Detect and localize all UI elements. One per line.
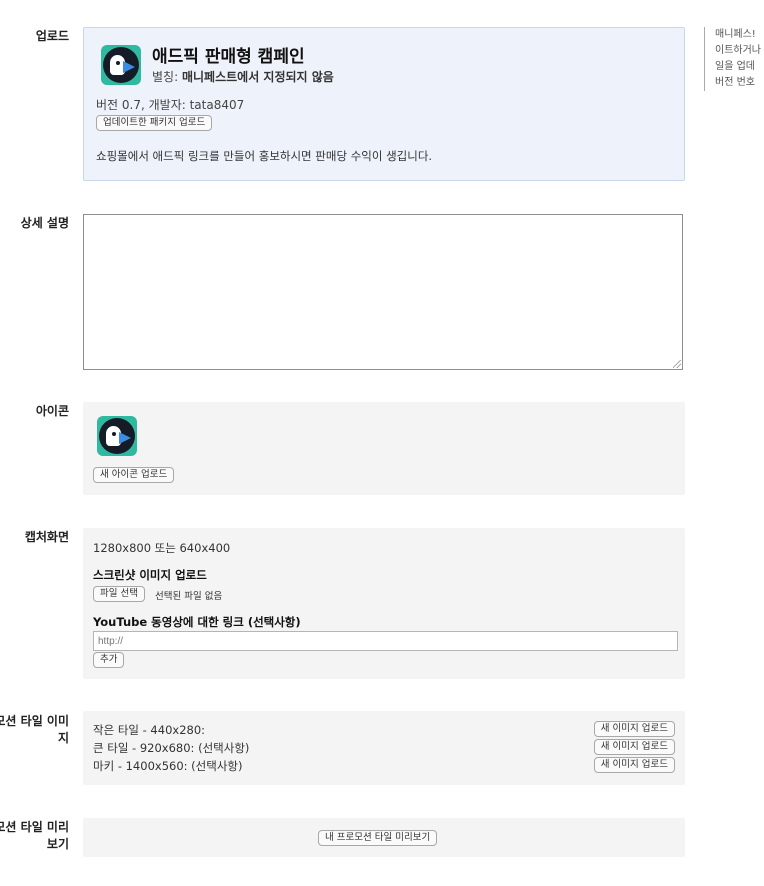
resize-handle-icon[interactable] bbox=[673, 360, 681, 368]
upload-label: 업로드 bbox=[35, 29, 69, 43]
version-info: 버전 0.7, 개발자: tata8407 bbox=[96, 98, 245, 112]
app-title: 애드픽 판매형 캠페인 bbox=[152, 47, 305, 67]
preview-promo-tiles-button[interactable]: 내 프로모션 타일 미리보기 bbox=[318, 830, 438, 846]
upload-marquee-button[interactable]: 새 이미지 업로드 bbox=[593, 757, 675, 773]
penguin-logo-icon bbox=[101, 45, 141, 85]
detail-label: 상세 설명 bbox=[20, 216, 69, 230]
side-note: 매니페스! 이트하거나 일을 업데 버전 번호 bbox=[704, 27, 764, 91]
upload-update-package-button[interactable]: 업데이트한 패키지 업로드 bbox=[96, 115, 213, 131]
app-alias: 별칭: 매니페스트에서 지정되지 않음 bbox=[152, 70, 334, 84]
screenshot-sizes: 1280x800 또는 640x400 bbox=[93, 541, 231, 555]
app-description: 쇼핑몰에서 애드픽 링크를 만들어 홍보하시면 판매당 수익이 생깁니다. bbox=[96, 149, 433, 163]
upload-panel: 애드픽 판매형 캠페인 별칭: 매니페스트에서 지정되지 않음 버전 0.7, … bbox=[83, 27, 685, 181]
promo-preview-label: 모션 타일 미리 보기 bbox=[0, 820, 69, 851]
no-file-selected: 선택된 파일 없음 bbox=[155, 591, 223, 602]
promo-tiles-panel: 작은 타일 - 440x280: 새 이미지 업로드 큰 타일 - 920x68… bbox=[83, 711, 685, 785]
small-tile-text: 작은 타일 - 440x280: bbox=[93, 723, 206, 737]
promo-preview-panel: 내 프로모션 타일 미리보기 bbox=[83, 818, 685, 857]
promo-tiles-label: 모션 타일 이미 지 bbox=[0, 714, 69, 745]
add-button[interactable]: 추가 bbox=[93, 652, 125, 668]
penguin-logo-icon bbox=[97, 416, 137, 456]
choose-file-button[interactable]: 파일 선택 bbox=[93, 586, 145, 602]
youtube-heading: YouTube 동영상에 대한 링크 (선택사항) bbox=[93, 615, 301, 629]
screenshots-panel: 1280x800 또는 640x400 스크린샷 이미지 업로드 파일 선택 선… bbox=[83, 528, 685, 679]
youtube-url-input[interactable] bbox=[93, 631, 678, 651]
icon-panel: 새 아이콘 업로드 bbox=[83, 402, 685, 495]
icon-label: 아이콘 bbox=[35, 404, 69, 418]
screenshots-label: 캡처화면 bbox=[24, 530, 69, 544]
upload-small-tile-button[interactable]: 새 이미지 업로드 bbox=[593, 721, 675, 737]
upload-large-tile-button[interactable]: 새 이미지 업로드 bbox=[593, 739, 675, 755]
detail-textarea[interactable] bbox=[83, 214, 683, 370]
marquee-text: 마키 - 1400x560: (선택사항) bbox=[93, 759, 243, 773]
upload-new-icon-button[interactable]: 새 아이콘 업로드 bbox=[93, 467, 175, 483]
large-tile-text: 큰 타일 - 920x680: (선택사항) bbox=[93, 741, 250, 755]
screenshot-upload-heading: 스크린샷 이미지 업로드 bbox=[93, 568, 207, 582]
